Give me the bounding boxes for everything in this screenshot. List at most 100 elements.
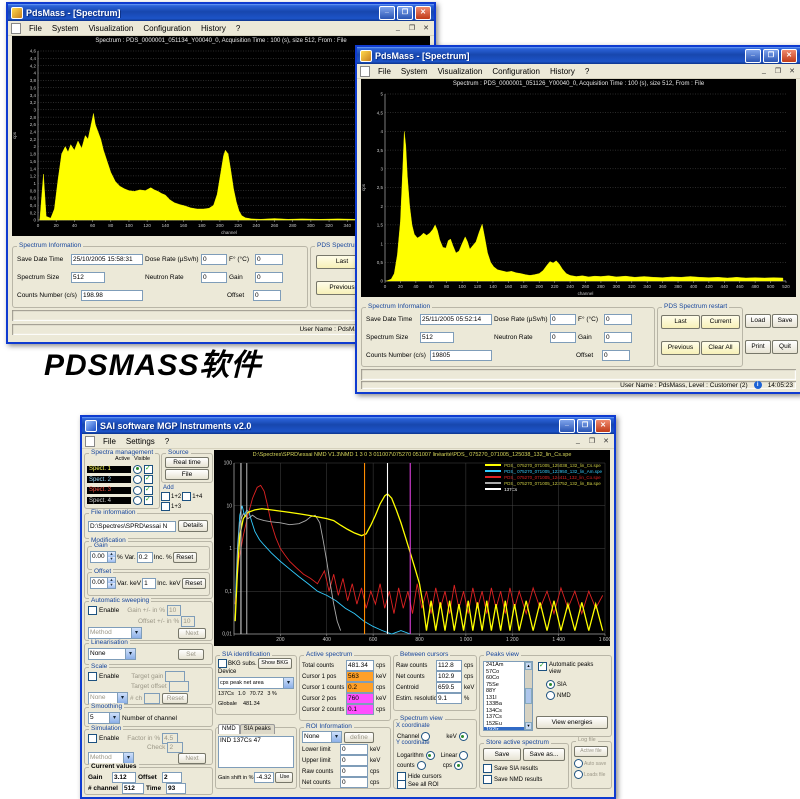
isotope-listbox[interactable]: 241Am 57Co 60Co 75Se 88Y 131I 133Ba 134C… (483, 661, 533, 731)
title-bar[interactable]: SAI software MGP Instruments v2.0 (82, 417, 614, 434)
menu-history[interactable]: History (545, 67, 580, 76)
mdi-minimize-icon[interactable] (573, 437, 583, 445)
gain-shift-field[interactable]: -4.32 (254, 772, 274, 783)
spectrum-3-visible-checkbox[interactable] (144, 486, 153, 495)
menu-settings[interactable]: Settings (121, 437, 160, 446)
mdi-close-icon[interactable] (601, 437, 611, 445)
view-energies-button[interactable]: View energies (536, 716, 608, 729)
temperature-field[interactable]: 0 (604, 314, 632, 325)
menu-visualization[interactable]: Visualization (84, 24, 139, 33)
menu-help[interactable]: ? (231, 24, 245, 33)
nmd-radio[interactable] (546, 691, 555, 700)
minimize-button[interactable] (379, 6, 395, 20)
counts-number-field[interactable]: 198.98 (81, 290, 143, 301)
current-button[interactable]: Current (701, 315, 740, 329)
spectrum-chart[interactable]: 00,511,522,533,544,550204060801001201401… (361, 90, 796, 296)
tab-nmd[interactable]: NMD (218, 724, 240, 734)
scroll-up-icon[interactable]: ▲ (525, 662, 532, 670)
maximize-button[interactable] (763, 49, 779, 63)
gain-inc-field[interactable]: 0.2 (137, 552, 153, 563)
linear-radio[interactable] (459, 751, 468, 760)
save-nmd-results-checkbox[interactable] (483, 775, 492, 784)
offset-reset-button[interactable]: Reset (182, 578, 206, 589)
real-time-button[interactable]: Real time (165, 457, 209, 468)
maximize-button[interactable] (397, 6, 413, 20)
see-all-roi-checkbox[interactable] (397, 780, 406, 789)
channel-radio[interactable] (421, 732, 430, 741)
spectrum-size-field[interactable]: 512 (71, 272, 105, 283)
kev-radio[interactable] (459, 732, 468, 741)
gain-spinner[interactable]: 0.00▲▼ (90, 551, 116, 563)
gain-reset-button[interactable]: Reset (173, 552, 197, 563)
last-button[interactable]: Last (661, 315, 700, 329)
linearisation-dropdown[interactable]: None (88, 648, 136, 660)
details-button[interactable]: Details (178, 520, 208, 532)
spectrum-row-2[interactable]: Spect. 2 (87, 475, 157, 484)
quit-button[interactable]: Quit (772, 340, 798, 354)
store-save-as-button[interactable]: Save as... (523, 748, 565, 761)
title-bar[interactable]: PdsMass - [Spectrum] (357, 47, 800, 64)
previous-button[interactable]: Previous (661, 341, 700, 355)
offset-spinner[interactable]: 0.00▲▼ (90, 577, 116, 589)
add-1plus3-checkbox[interactable] (161, 502, 170, 511)
automatic-peaks-checkbox[interactable] (538, 662, 547, 671)
mdi-restore-icon[interactable] (407, 24, 417, 32)
menu-system[interactable]: System (396, 67, 433, 76)
gain-field[interactable]: 0 (255, 272, 283, 283)
lower-limit-value[interactable]: 0 (340, 744, 368, 755)
temperature-field[interactable]: 0 (255, 254, 283, 265)
menu-system[interactable]: System (47, 24, 84, 33)
mdi-restore-icon[interactable] (587, 437, 597, 445)
listbox-scrollbar[interactable]: ▲▼ (524, 662, 532, 730)
spectrum-size-field[interactable]: 512 (420, 332, 454, 343)
counts-radio[interactable] (417, 761, 426, 770)
close-button[interactable] (415, 6, 431, 20)
device-dropdown[interactable]: cps peak net area (218, 677, 294, 689)
menu-configuration[interactable]: Configuration (138, 24, 196, 33)
counts-number-field[interactable]: 19805 (430, 350, 492, 361)
smoothing-dropdown[interactable]: 5 (88, 712, 120, 724)
save-sia-results-checkbox[interactable] (483, 764, 492, 773)
tab-sia-peaks[interactable]: SIA peaks (240, 724, 275, 734)
spectrum-4-active-radio[interactable] (133, 496, 142, 505)
menu-visualization[interactable]: Visualization (433, 67, 488, 76)
mdi-close-icon[interactable] (787, 67, 797, 75)
dose-rate-field[interactable]: 0 (201, 254, 227, 265)
use-button[interactable]: Use (275, 772, 293, 783)
mdi-minimize-icon[interactable] (759, 67, 769, 75)
spectrum-2-active-radio[interactable] (133, 475, 142, 484)
save-button[interactable]: Save (772, 314, 798, 328)
add-1plus2-checkbox[interactable] (161, 492, 170, 501)
dose-rate-field[interactable]: 0 (550, 314, 576, 325)
save-date-field[interactable]: 25/11/2005 05:52:14 (420, 314, 492, 325)
close-button[interactable] (781, 49, 797, 63)
roi-dropdown[interactable]: None (302, 731, 342, 743)
spectrum-3-active-radio[interactable] (133, 486, 142, 495)
scale-enable-checkbox[interactable] (88, 672, 97, 681)
spectrum-1-active-radio[interactable] (133, 465, 142, 474)
menu-file[interactable]: File (373, 67, 396, 76)
file-button[interactable]: File (165, 469, 209, 480)
spectrum-row-3[interactable]: Spect. 3 (87, 486, 157, 495)
spectrum-1-visible-checkbox[interactable] (144, 465, 153, 474)
menu-file[interactable]: File (98, 437, 121, 446)
menu-file[interactable]: File (24, 24, 47, 33)
add-1plus4-checkbox[interactable] (182, 492, 191, 501)
scroll-down-icon[interactable]: ▼ (525, 722, 532, 730)
load-button[interactable]: Load (745, 314, 771, 328)
mdi-restore-icon[interactable] (773, 67, 783, 75)
upper-limit-value[interactable]: 0 (340, 755, 368, 766)
menu-configuration[interactable]: Configuration (487, 67, 545, 76)
minimize-button[interactable] (559, 419, 575, 433)
show-bkg-button[interactable]: Show BKG (258, 658, 292, 669)
neutron-rate-field[interactable]: 0 (201, 272, 227, 283)
bkg-subs-checkbox[interactable] (218, 659, 227, 668)
mdi-close-icon[interactable] (421, 24, 431, 32)
offset-inc-field[interactable]: 1 (142, 578, 156, 589)
minimize-button[interactable] (745, 49, 761, 63)
offset-field[interactable]: 0 (602, 350, 630, 361)
print-button[interactable]: Print (745, 340, 771, 354)
sweeping-enable-checkbox[interactable] (88, 606, 97, 615)
neutron-rate-field[interactable]: 0 (550, 332, 576, 343)
offset-field[interactable]: 0 (253, 290, 281, 301)
